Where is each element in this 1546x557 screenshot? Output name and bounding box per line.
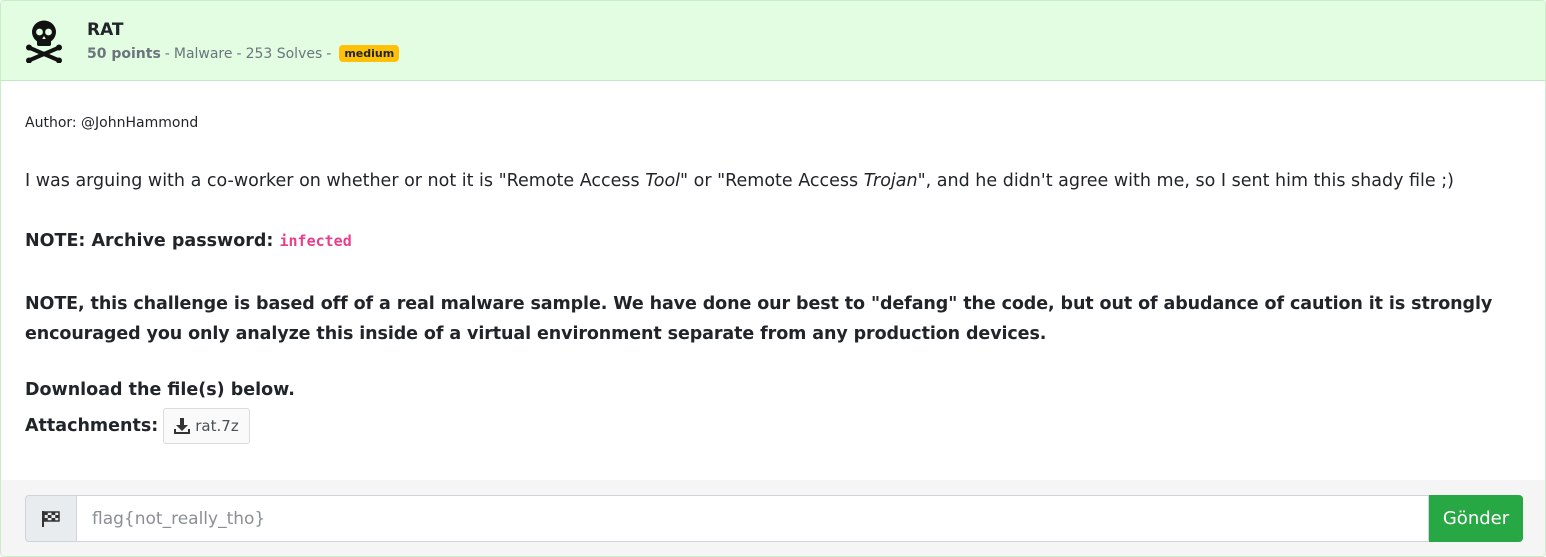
download-icon [174, 417, 191, 434]
flag-input-group: Gönder [25, 495, 1523, 542]
attachment-download-button[interactable]: rat.7z [163, 408, 250, 444]
challenge-title: RAT [87, 19, 124, 40]
meta-separator: - [326, 45, 332, 62]
flag-input[interactable] [76, 495, 1429, 542]
description-text: I was arguing with a co-worker on whethe… [25, 171, 646, 191]
author-line: Author: @JohnHammond [25, 115, 199, 131]
challenge-title-block: RAT 50 points - Malware - 253 Solves - m… [87, 19, 400, 63]
password-note: NOTE: Archive password: infected [25, 229, 1521, 253]
password-note-label: NOTE: Archive password: [25, 231, 280, 251]
challenge-description: Author: @JohnHammond I was arguing with … [1, 115, 1545, 444]
attachments-label: Attachments: [25, 416, 159, 436]
download-instruction: Download the file(s) below. [25, 380, 295, 400]
flag-submission-form: Gönder [1, 480, 1545, 556]
challenge-category: Malware [173, 45, 233, 62]
malware-warning-note: NOTE, this challenge is based off of a r… [25, 294, 1493, 344]
description-paragraph: I was arguing with a co-worker on whethe… [25, 169, 1521, 193]
difficulty-badge: medium [339, 45, 400, 62]
description-emphasis-trojan: Trojan [863, 171, 918, 191]
challenge-card: RAT 50 points - Malware - 253 Solves - m… [0, 0, 1546, 557]
meta-separator: - [236, 45, 242, 62]
skull-crossbones-icon [23, 18, 65, 64]
description-text: ", and he didn't agree with me, so I sen… [917, 171, 1454, 191]
attachments-row: Attachments: rat.7z [25, 408, 1521, 444]
challenge-header: RAT 50 points - Malware - 253 Solves - m… [1, 1, 1545, 81]
challenge-points: 50 points [87, 45, 161, 62]
description-emphasis-tool: Tool [645, 171, 681, 191]
archive-password: infected [279, 232, 352, 250]
submit-flag-button[interactable]: Gönder [1429, 495, 1523, 542]
challenge-solves: 253 Solves [245, 45, 323, 62]
attachment-filename: rat.7z [195, 417, 239, 435]
checkered-flag-icon [25, 495, 76, 542]
description-text: " or "Remote Access [680, 171, 864, 191]
challenge-meta: 50 points - Malware - 253 Solves - mediu… [87, 45, 400, 63]
meta-separator: - [164, 45, 170, 62]
